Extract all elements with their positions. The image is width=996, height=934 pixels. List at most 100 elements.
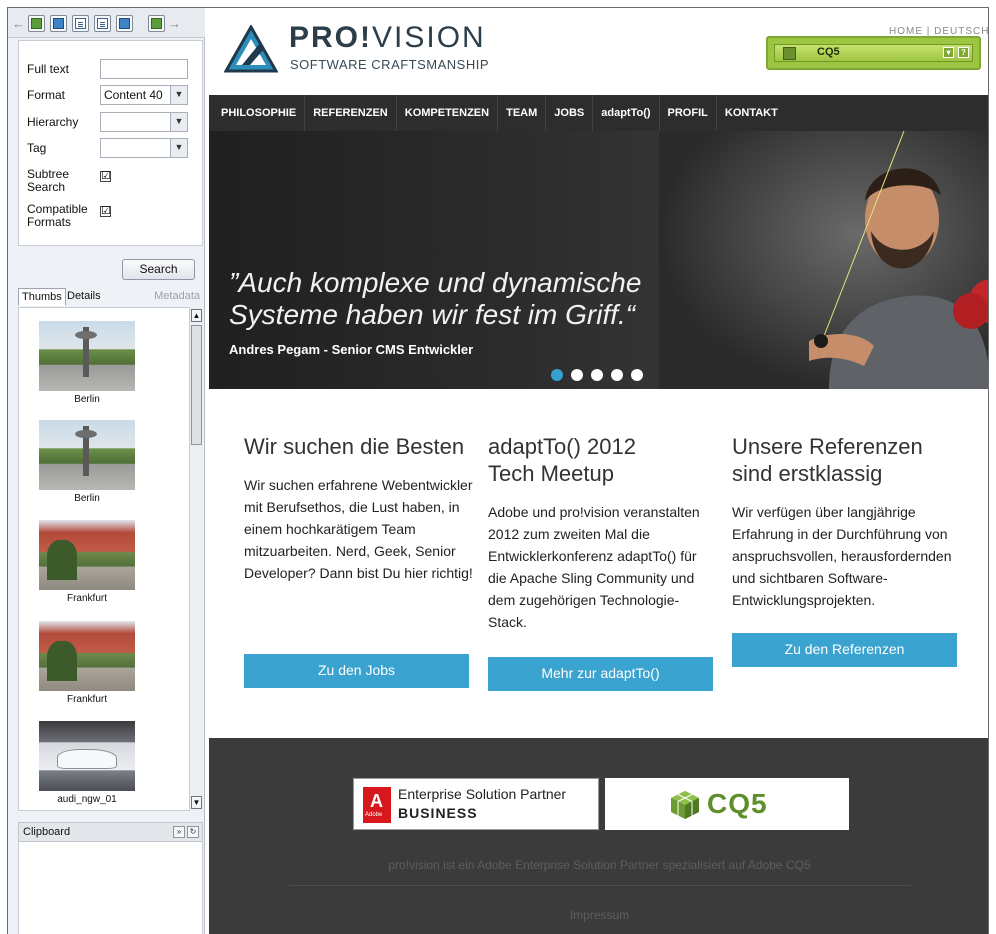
search-form: Full text Format Content 40 ▼ Hierarchy … (18, 40, 203, 246)
teaser-referenzen: Unsere Referenzen sind erstklassig Wir ve… (732, 433, 962, 611)
image2-icon[interactable] (50, 15, 67, 32)
slider-dot[interactable] (591, 369, 603, 381)
nav-philosophie[interactable]: PHILOSOPHIE (213, 95, 306, 131)
hero-quote: ”Auch komplexe und dynamische Systeme hab… (229, 267, 642, 330)
tag-label: Tag (27, 141, 47, 155)
content-finder-panel: ← → Full text Format Content 40 ▼ Hierar… (8, 8, 205, 934)
tab-metadata[interactable]: Metadata (151, 288, 203, 306)
format-select[interactable]: Content 40 ▼ (100, 85, 188, 105)
berlin-photo (39, 321, 135, 391)
slider-dot[interactable] (611, 369, 623, 381)
brand-name: PRO!VISION (289, 21, 486, 54)
jobs-button[interactable]: Zu den Jobs (244, 654, 469, 688)
thumbnail-item[interactable]: Frankfurt (39, 621, 135, 711)
list-icon[interactable] (94, 15, 111, 32)
thumbnail-caption: Berlin (74, 493, 100, 504)
tab-details[interactable]: Details (64, 288, 104, 306)
thumbnail-item[interactable]: audi_ngw_01 (39, 721, 135, 810)
teaser-jobs: Wir suchen die Besten Wir suchen erfahre… (244, 433, 474, 584)
nav-referenzen[interactable]: REFERENZEN (305, 95, 397, 131)
content-finder-toolbar: ← → (8, 8, 205, 38)
adaptto-button[interactable]: Mehr zur adaptTo() (488, 657, 713, 691)
thumbnail-scrollbar[interactable]: ▲ ▼ (189, 307, 203, 811)
nav-adaptto[interactable]: adaptTo() (593, 95, 660, 131)
adobe-badge-line2: BUSINESS (398, 805, 478, 821)
compatible-label: Compatible Formats (27, 202, 88, 229)
slider-dot[interactable] (551, 369, 563, 381)
frankfurt-photo (39, 621, 135, 691)
help-icon[interactable]: ? (958, 47, 969, 58)
widget-icon[interactable] (148, 15, 165, 32)
format-label: Format (27, 88, 66, 102)
forward-icon[interactable]: → (168, 16, 181, 31)
view-tabs: Thumbs Details Metadata (18, 288, 203, 306)
teaser-title: Unsere Referenzen sind erstklassig (732, 434, 923, 486)
cq5-badge[interactable]: CQ5 (605, 778, 849, 830)
clipboard-area[interactable] (18, 842, 203, 934)
impressum-link[interactable]: Impressum (209, 908, 988, 922)
page-footer: Enterprise Solution Partner BUSINESS CQ5… (209, 738, 988, 934)
thumbnail-caption: audi_ngw_01 (57, 794, 117, 805)
thumbnail-item[interactable]: Frankfurt (39, 520, 135, 610)
scroll-up-icon[interactable]: ▲ (191, 309, 202, 322)
referenzen-button[interactable]: Zu den Referenzen (732, 633, 957, 667)
refresh-icon[interactable]: ↻ (187, 826, 199, 838)
hero-slider[interactable]: ”Auch komplexe und dynamische Systeme hab… (209, 131, 988, 389)
thumbnail-caption: Frankfurt (66, 694, 107, 705)
page-canvas: PRO!VISION SOFTWARE CRAFTSMANSHIP HOME |… (209, 8, 988, 934)
teaser-text: Adobe und pro!vision veranstalten 2012 z… (488, 504, 700, 630)
brand-tagline: SOFTWARE CRAFTSMANSHIP (290, 57, 490, 72)
berlin-photo (39, 420, 135, 490)
cq5-cube-icon (783, 47, 796, 60)
adobe-badge-line1: Enterprise Solution Partner (398, 786, 567, 802)
hero-person-photo (659, 131, 988, 389)
nav-kontakt[interactable]: KONTAKT (717, 95, 786, 131)
fulltext-label: Full text (27, 62, 70, 76)
car-photo (39, 721, 135, 791)
nav-team[interactable]: TEAM (498, 95, 547, 131)
footer-divider (289, 885, 911, 886)
nav-kompetenzen[interactable]: KOMPETENZEN (397, 95, 499, 131)
search-button[interactable]: Search (122, 259, 195, 280)
thumbnail-item[interactable]: Berlin (39, 420, 135, 510)
cq5-sidekick-bar[interactable]: CQ5 ▾ ? (766, 36, 981, 70)
teaser-adaptto: adaptTo() 2012 Tech Meetup Adobe und pro!… (488, 433, 718, 633)
hero-author: Andres Pegam - Senior CMS Entwickler (229, 342, 474, 357)
browser-viewport: ← → Full text Format Content 40 ▼ Hierar… (7, 7, 989, 934)
thumbnail-caption: Frankfurt (66, 593, 107, 604)
cq5-label: CQ5 (817, 46, 840, 58)
compatible-checkbox[interactable]: ☑ (100, 206, 111, 217)
scroll-down-icon[interactable]: ▼ (191, 796, 202, 809)
page-icon[interactable] (72, 15, 89, 32)
slider-dot[interactable] (631, 369, 643, 381)
chevron-down-icon: ▼ (170, 113, 187, 131)
gear-icon[interactable] (116, 15, 133, 32)
cq5-cube-icon (671, 791, 699, 819)
thumbnail-item[interactable]: Berlin (39, 321, 135, 411)
tab-thumbs[interactable]: Thumbs (18, 288, 66, 306)
format-select-value: Content 40 (104, 88, 163, 102)
nav-profil[interactable]: PROFIL (660, 95, 717, 131)
main-navigation: PHILOSOPHIE REFERENZEN KOMPETENZEN TEAM … (209, 95, 988, 131)
collapse-icon[interactable]: » (173, 826, 185, 838)
nav-jobs[interactable]: JOBS (546, 95, 594, 131)
provision-logo-icon[interactable] (224, 25, 278, 73)
subtree-checkbox[interactable]: ☑ (100, 171, 111, 182)
adobe-partner-badge[interactable]: Enterprise Solution Partner BUSINESS (353, 778, 599, 830)
clipboard-label: Clipboard (23, 826, 71, 838)
teaser-text: Wir suchen erfahrene Webentwickler mit B… (244, 477, 473, 581)
hierarchy-select[interactable]: ▼ (100, 112, 188, 132)
teaser-title: adaptTo() 2012 Tech Meetup (488, 434, 636, 486)
tag-select[interactable]: ▼ (100, 138, 188, 158)
hierarchy-label: Hierarchy (27, 115, 79, 129)
teaser-title: Wir suchen die Besten (244, 434, 465, 459)
menu-icon[interactable]: ▾ (943, 47, 954, 58)
scrollbar-thumb[interactable] (191, 325, 202, 445)
slider-dot[interactable] (571, 369, 583, 381)
back-icon[interactable]: ← (12, 16, 25, 31)
fulltext-input[interactable] (100, 59, 188, 79)
teaser-text: Wir verfügen über langjährige Erfahrung … (732, 504, 952, 608)
clipboard-header[interactable]: Clipboard » ↻ (18, 822, 203, 842)
frankfurt-photo (39, 520, 135, 590)
image-icon[interactable] (28, 15, 45, 32)
